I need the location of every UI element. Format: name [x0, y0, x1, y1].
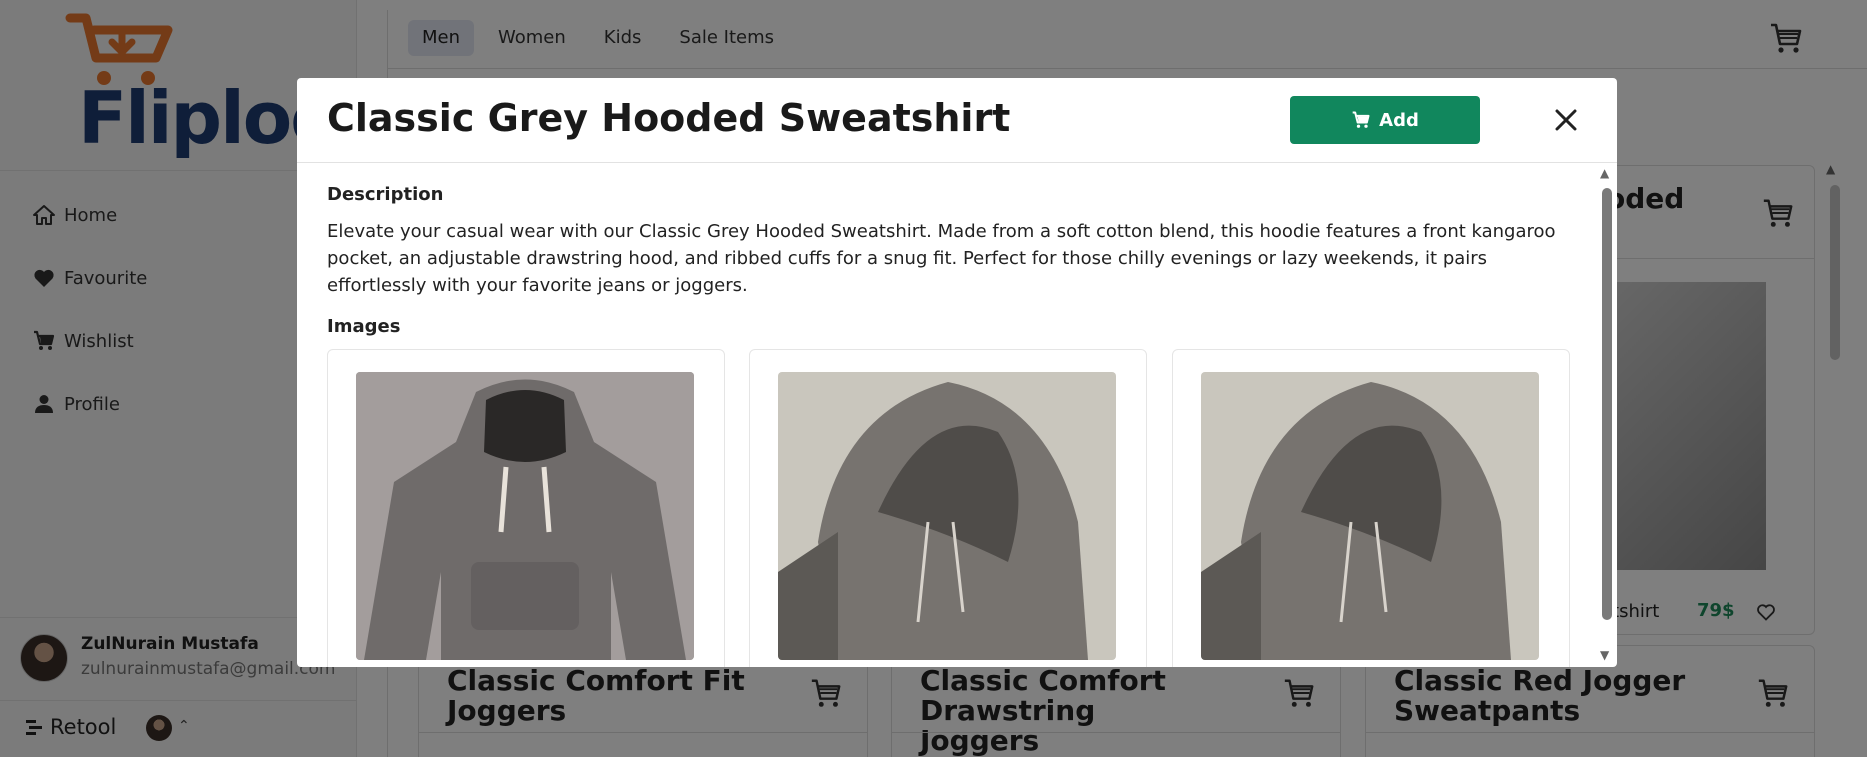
image-card[interactable] — [1172, 349, 1570, 667]
add-to-cart-button[interactable]: Add — [1290, 96, 1480, 144]
close-icon[interactable] — [1549, 103, 1583, 137]
add-button-label: Add — [1379, 109, 1419, 131]
image-card[interactable] — [327, 349, 725, 667]
cart-icon — [1352, 111, 1370, 128]
modal-header-divider — [297, 162, 1617, 163]
product-modal: Classic Grey Hooded Sweatshirt Add Descr… — [297, 78, 1617, 667]
description-heading: Description — [327, 184, 444, 205]
scroll-down-arrow-icon[interactable]: ▼ — [1600, 648, 1609, 662]
hoodie-closeup-image — [778, 372, 1116, 660]
product-image — [778, 372, 1116, 660]
product-image — [356, 372, 694, 660]
hoodie-closeup-image — [1201, 372, 1539, 660]
scroll-up-arrow-icon[interactable]: ▲ — [1600, 166, 1609, 180]
modal-scrollbar-thumb[interactable] — [1602, 188, 1612, 620]
modal-title: Classic Grey Hooded Sweatshirt — [327, 96, 1011, 140]
hoodie-front-image — [356, 372, 694, 660]
images-heading: Images — [327, 316, 401, 337]
product-description: Elevate your casual wear with our Classi… — [327, 221, 1556, 296]
image-card[interactable] — [749, 349, 1147, 667]
product-image — [1201, 372, 1539, 660]
